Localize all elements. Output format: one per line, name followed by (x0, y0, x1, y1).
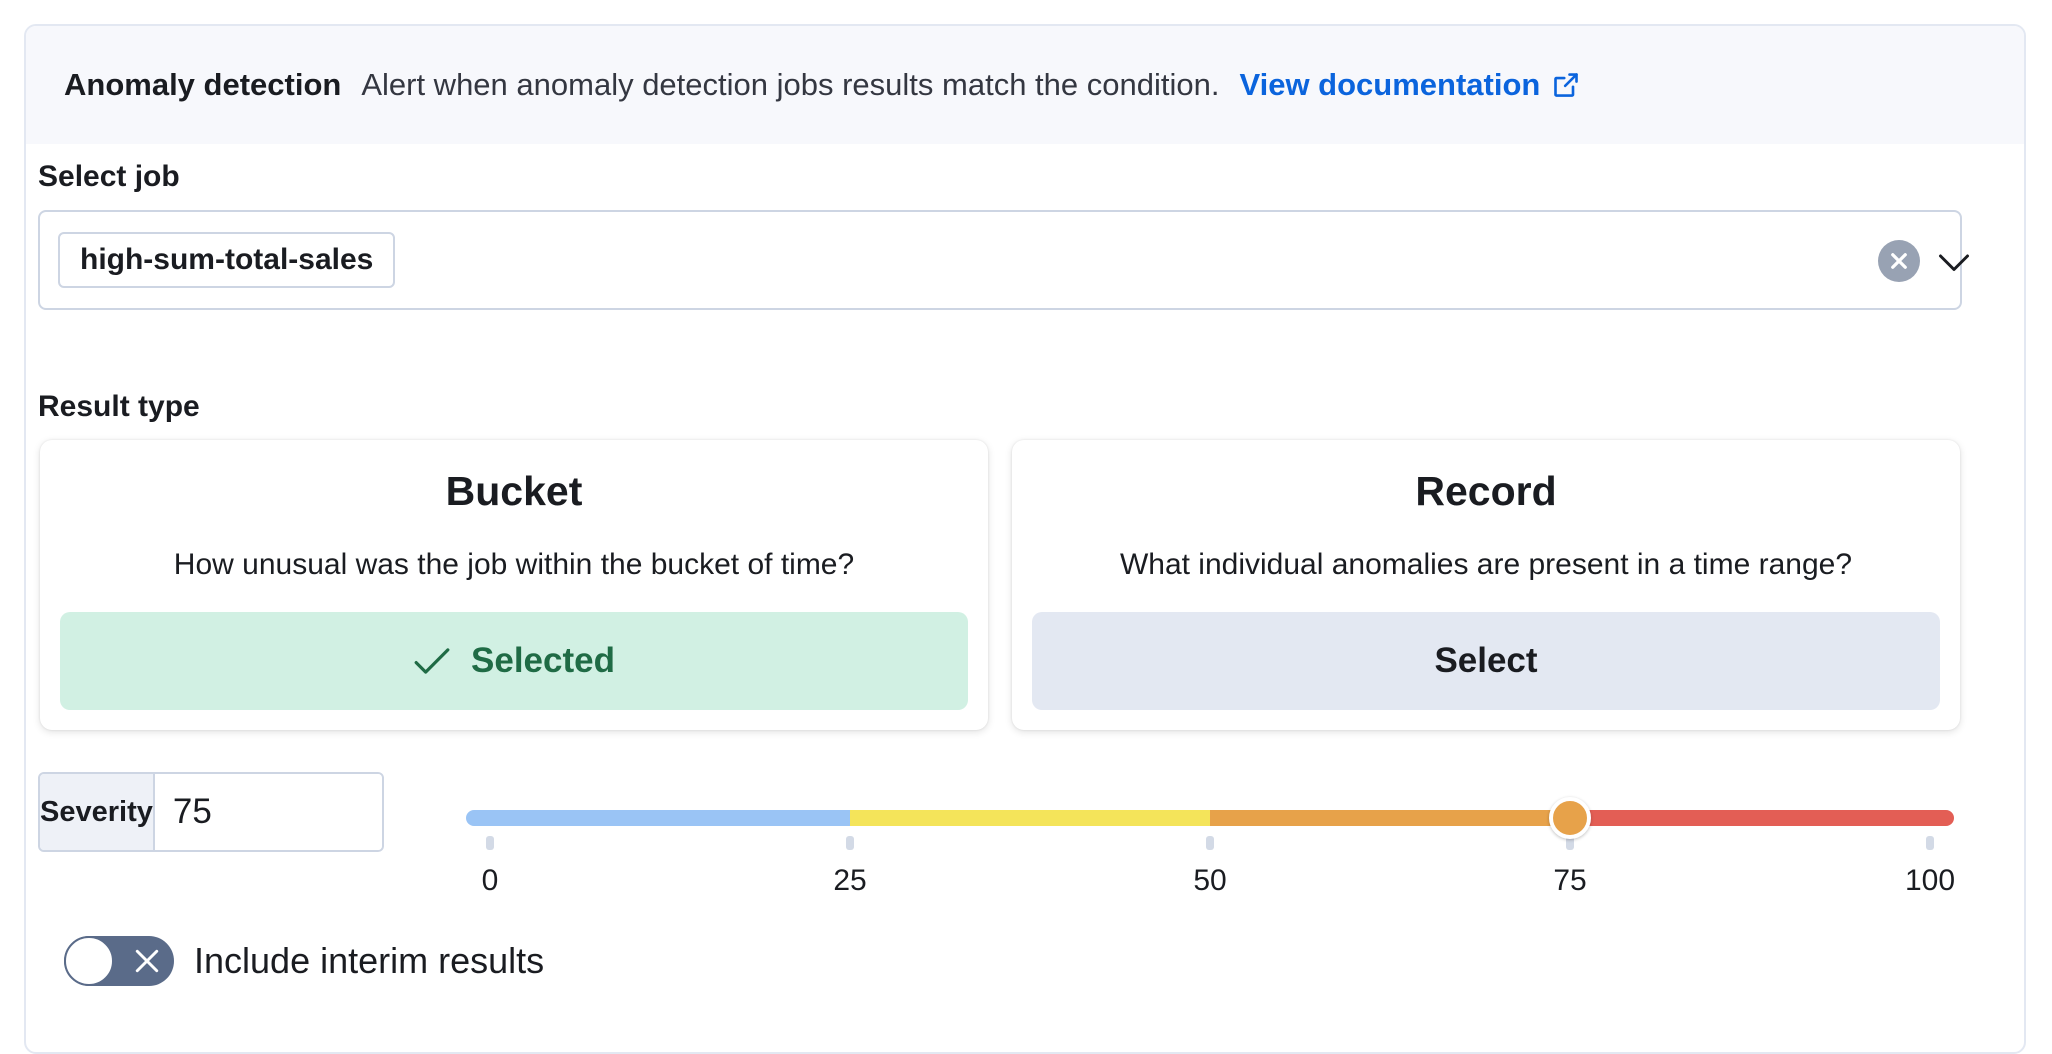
severity-input[interactable] (154, 774, 382, 850)
severity-field: Severity (38, 772, 384, 852)
check-icon (414, 648, 450, 674)
view-documentation-link[interactable]: View documentation (1239, 67, 1580, 103)
interim-results-switch[interactable] (64, 936, 174, 986)
close-icon (1891, 253, 1907, 269)
track-segment (466, 810, 850, 826)
bucket-button-label: Selected (471, 641, 615, 680)
record-card-description: What individual anomalies are present in… (1119, 548, 1853, 581)
slider-tick (1206, 836, 1214, 850)
interim-results-toggle-row: Include interim results (64, 936, 544, 986)
track-segment (1570, 810, 1954, 826)
select-job-label: Select job (38, 160, 180, 193)
doc-link-label: View documentation (1239, 67, 1541, 102)
record-result-card: Record What individual anomalies are pre… (1012, 440, 1960, 730)
slider-tick-label: 100 (1904, 864, 1956, 897)
panel-header: Anomaly detection Alert when anomaly det… (26, 26, 2024, 144)
severity-label: Severity (40, 774, 155, 850)
header-description: Alert when anomaly detection jobs result… (361, 67, 1220, 102)
track-segment (850, 810, 1210, 826)
slider-tick-label: 25 (833, 864, 867, 897)
bucket-card-title: Bucket (445, 468, 583, 514)
slider-thumb[interactable] (1549, 797, 1591, 839)
record-button-label: Select (1434, 641, 1538, 680)
clear-selection-button[interactable] (1878, 240, 1920, 282)
severity-slider[interactable]: 0 25 50 75 100 (466, 760, 1956, 920)
slider-tick (486, 836, 494, 850)
record-card-title: Record (1415, 468, 1557, 514)
bucket-selected-button[interactable]: Selected (60, 612, 968, 710)
bucket-card-description: How unusual was the job within the bucke… (173, 548, 855, 581)
header-title: Anomaly detection (64, 67, 342, 102)
result-type-label: Result type (38, 390, 200, 423)
external-link-icon (1554, 73, 1579, 97)
close-icon (135, 949, 159, 973)
slider-tick-label: 75 (1553, 864, 1587, 897)
track-segment (1210, 810, 1570, 826)
job-combobox[interactable]: high-sum-total-sales (38, 210, 1969, 310)
selected-job-pill[interactable]: high-sum-total-sales (58, 232, 396, 288)
interim-results-label: Include interim results (194, 940, 545, 981)
slider-tick-label: 50 (1193, 864, 1227, 897)
slider-tick (1926, 836, 1934, 850)
chevron-down-icon[interactable] (1936, 244, 1972, 280)
record-select-button[interactable]: Select (1032, 612, 1940, 710)
slider-tick-label: 0 (481, 864, 499, 897)
slider-tick (846, 836, 854, 850)
switch-knob (64, 936, 114, 986)
bucket-result-card: Bucket How unusual was the job within th… (40, 440, 988, 730)
slider-track[interactable] (466, 810, 1954, 826)
